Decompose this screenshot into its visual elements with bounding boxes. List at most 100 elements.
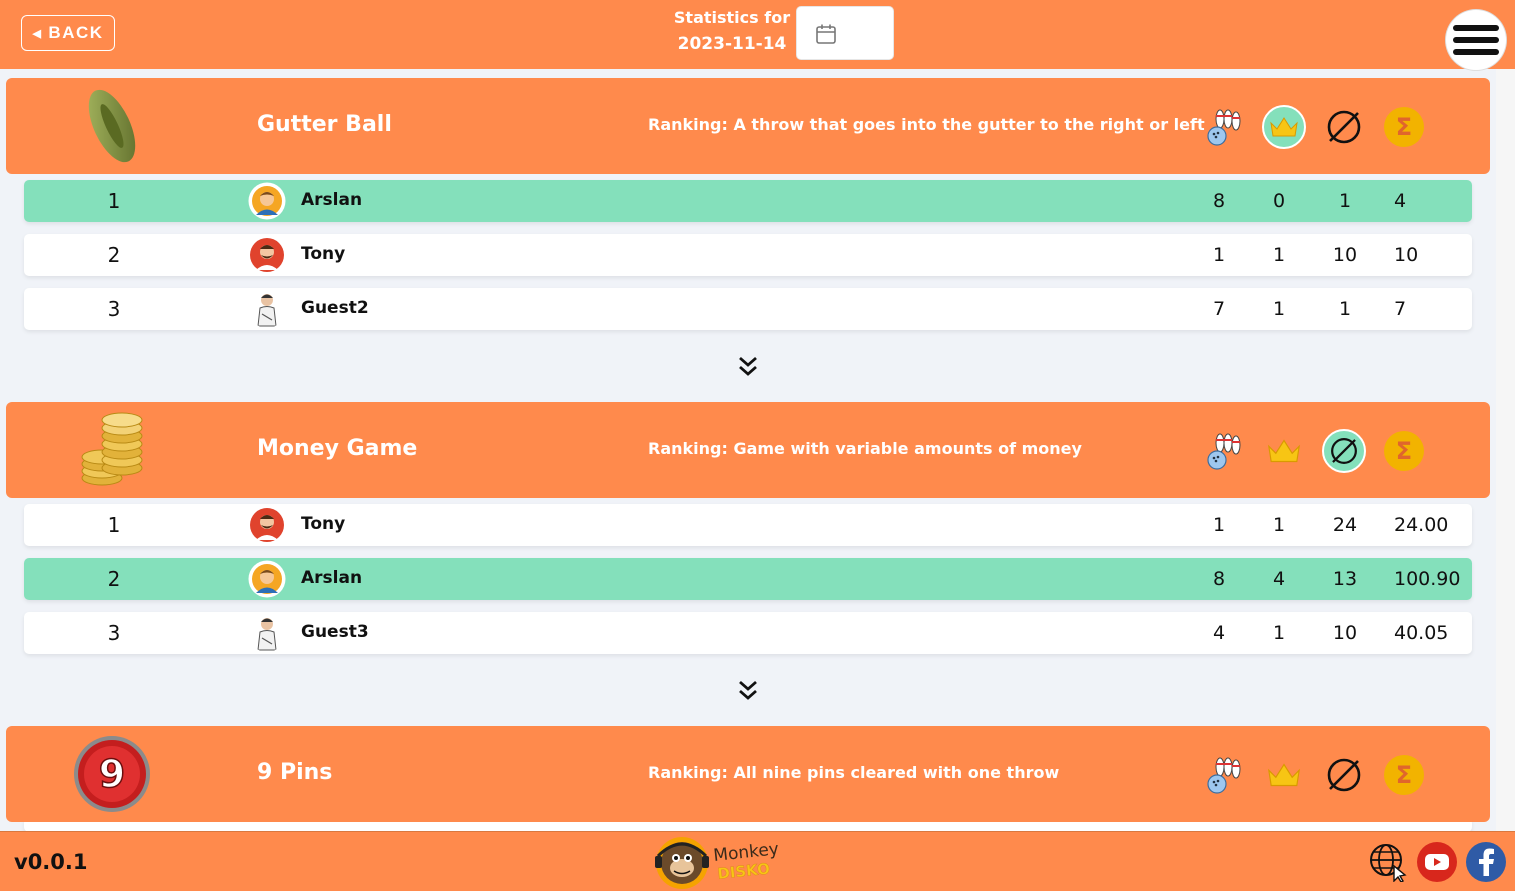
youtube-icon [1425,854,1449,870]
section-title: 9 Pins [257,760,333,785]
globe-cursor-icon [1370,844,1407,882]
table-row[interactable]: 1 Tony 1 1 24 24.00 [24,504,1472,546]
svg-text:Σ: Σ [1396,113,1412,141]
rank-cell: 1 [107,513,121,537]
throws-value: 8 [1212,568,1226,590]
bowling-pins-icon [1207,109,1241,146]
sort-by-wins-button[interactable] [1262,753,1306,797]
wins-value: 1 [1272,244,1286,266]
hamburger-menu-button[interactable] [1446,10,1506,70]
back-button[interactable]: ◀ BACK [21,15,115,51]
total-value: 100.90 [1394,568,1461,590]
table-row[interactable]: 3 Guest3 4 1 10 40.05 [24,612,1472,654]
total-value: 10 [1394,244,1419,266]
date-picker[interactable] [796,6,894,60]
average-value: 10 [1332,622,1358,644]
rank-cell: 3 [107,621,121,645]
sort-by-total-button[interactable]: Σ [1382,105,1426,149]
monkey-disko-logo: Monkey DISKO [655,837,780,889]
section-header-gutter-ball[interactable]: Gutter Ball Ranking: A throw that goes i… [6,78,1490,174]
total-value: 7 [1394,298,1407,320]
wins-value: 0 [1272,190,1286,212]
scrollbar[interactable] [1496,69,1515,831]
svg-text:9: 9 [99,752,125,796]
youtube-link[interactable] [1417,842,1457,882]
expand-more-chevron-icon[interactable] [736,354,760,378]
section-description: Ranking: Game with variable amounts of m… [648,439,1082,458]
sort-by-total-button[interactable]: Σ [1382,753,1426,797]
website-link[interactable] [1368,842,1408,882]
table-row[interactable]: 1 Arslan 8 0 1 4 [24,180,1472,222]
average-symbol-icon [1327,110,1361,144]
section-description: Ranking: All nine pins cleared with one … [648,763,1060,782]
crown-icon [1267,439,1301,463]
total-value: 4 [1394,190,1407,212]
sort-by-throws-button[interactable] [1202,105,1246,149]
player-name: Guest2 [301,298,369,318]
nine-badge-icon: 9 [74,736,150,812]
version-label: v0.0.1 [14,850,88,874]
sort-by-throws-button[interactable] [1202,429,1246,473]
wins-value: 1 [1272,622,1286,644]
rank-cell: 2 [107,243,121,267]
caret-left-icon: ◀ [32,27,43,40]
avatar [248,290,286,328]
rank-cell: 2 [107,567,121,591]
throws-value: 7 [1212,298,1226,320]
calendar-icon [816,24,836,44]
svg-text:Σ: Σ [1396,761,1412,789]
avatar [248,236,286,274]
total-value: 24.00 [1394,514,1449,536]
player-avatar-icon [250,508,284,542]
bowling-pins-icon [1207,757,1241,794]
facebook-link[interactable] [1466,842,1506,882]
section-header-money-game[interactable]: Money Game Ranking: Game with variable a… [6,402,1490,498]
sigma-sum-icon: Σ [1384,431,1424,471]
sort-by-wins-button[interactable] [1262,429,1306,473]
average-symbol-icon [1327,758,1361,792]
back-button-label: BACK [48,23,104,42]
sort-by-throws-button[interactable] [1202,753,1246,797]
avatar [248,614,286,652]
sort-by-average-button[interactable] [1322,429,1366,473]
statistics-date: 2023-11-14 [677,34,787,54]
table-row[interactable]: 3 Guest2 7 1 1 7 [24,288,1472,330]
wins-value: 4 [1272,568,1286,590]
average-value: 1 [1338,190,1352,212]
section-header-nine-pins[interactable]: 9 9 Pins Ranking: All nine pins cleared … [6,726,1490,822]
sort-by-average-button[interactable] [1322,753,1366,797]
player-avatar-icon [248,182,286,220]
coins-icon [81,412,143,486]
sigma-sum-icon: Σ [1384,755,1424,795]
throws-value: 1 [1212,514,1226,536]
sort-by-total-button[interactable]: Σ [1382,429,1426,473]
crown-icon [1267,763,1301,787]
table-row[interactable]: 2 Tony 1 1 10 10 [24,234,1472,276]
player-name: Tony [301,514,346,534]
expand-more-chevron-icon[interactable] [736,678,760,702]
player-name: Guest3 [301,622,369,642]
throws-value: 8 [1212,190,1226,212]
section-title: Gutter Ball [257,112,392,137]
statistics-heading: Statistics for 2023-11-14 [672,6,792,58]
sort-by-average-button[interactable] [1322,105,1366,149]
throws-value: 4 [1212,622,1226,644]
gutter-ball-zero-icon [88,89,136,163]
player-avatar-icon [250,238,284,272]
throws-value: 1 [1212,244,1226,266]
player-name: Arslan [301,190,363,210]
player-avatar-icon [248,560,286,598]
sort-by-wins-button[interactable] [1262,105,1306,149]
player-avatar-icon [257,294,277,327]
rank-cell: 3 [107,297,121,321]
average-value: 10 [1332,244,1358,266]
crown-icon [1270,117,1298,137]
table-row[interactable]: 2 Arslan 8 4 13 100.90 [24,558,1472,600]
average-symbol-icon [1331,438,1357,464]
total-value: 40.05 [1394,622,1449,644]
section-description: Ranking: A throw that goes into the gutt… [648,115,1205,134]
menu-line-icon [1453,49,1499,55]
facebook-icon [1479,848,1494,876]
player-name: Tony [301,244,346,264]
player-name: Arslan [301,568,363,588]
